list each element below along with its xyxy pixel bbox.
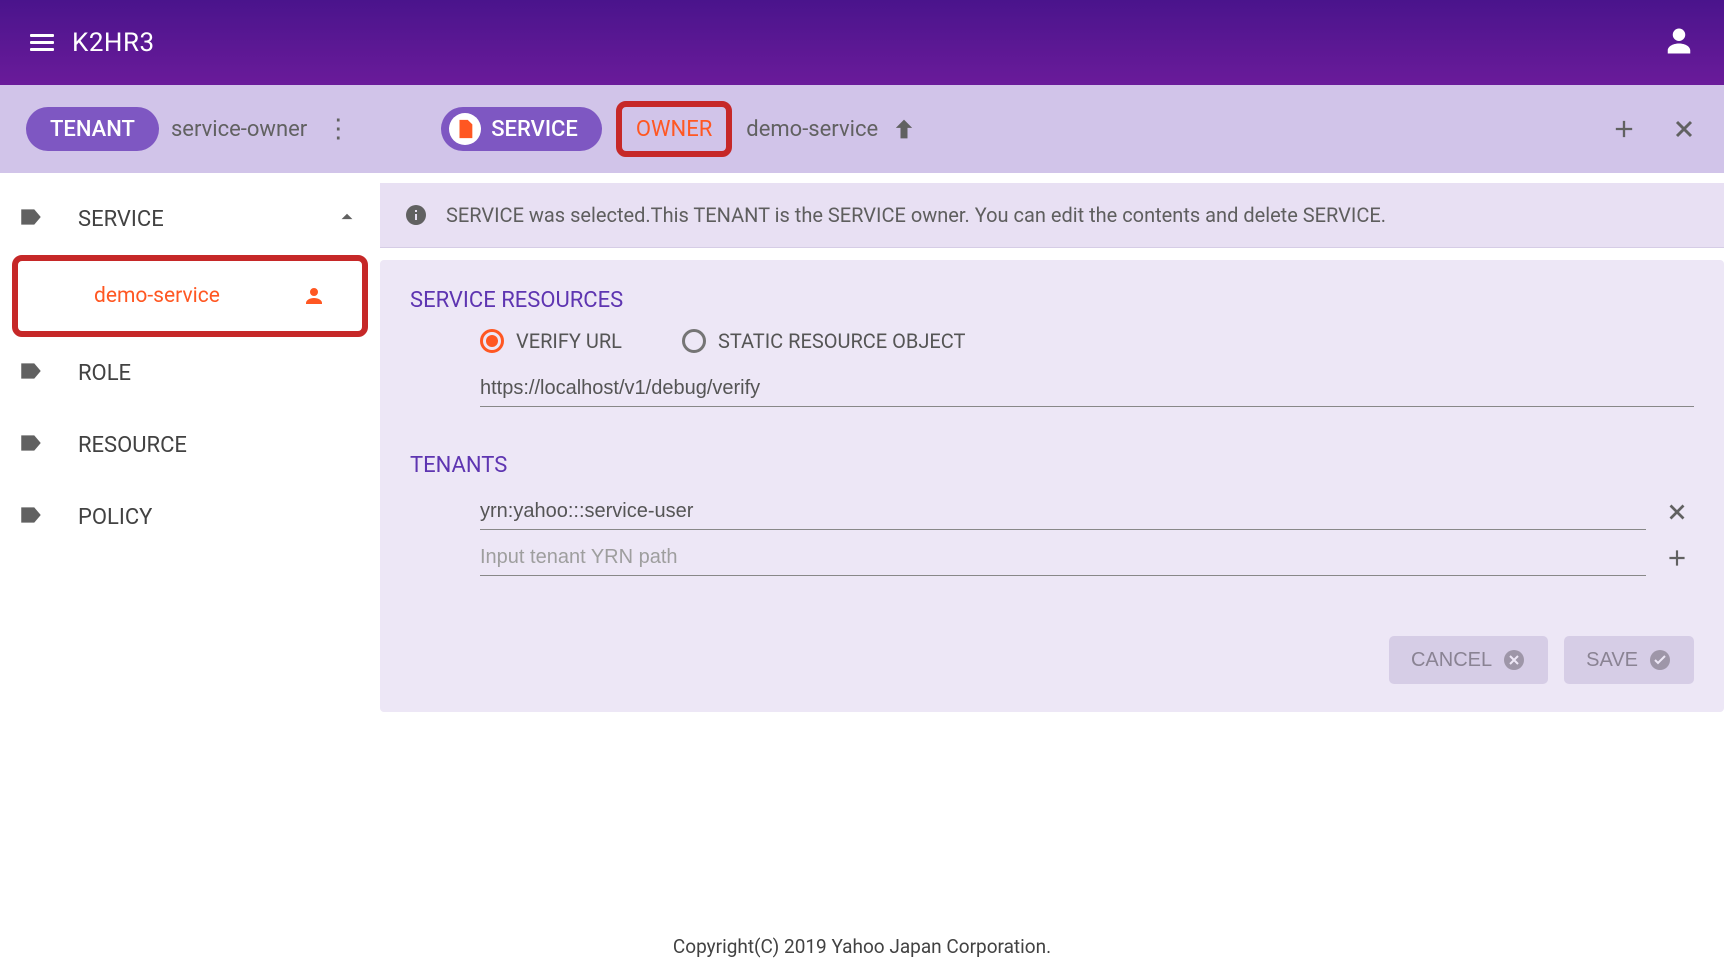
save-button[interactable]: SAVE (1564, 636, 1694, 684)
tag-icon (18, 502, 44, 532)
sidebar-sub-label: demo-service (94, 284, 220, 308)
cancel-icon (1502, 648, 1526, 672)
radio-static-resource[interactable]: STATIC RESOURCE OBJECT (682, 329, 965, 353)
add-tenant-button[interactable] (1660, 541, 1694, 575)
service-chip-label: SERVICE (491, 117, 578, 142)
tenant-input-1[interactable] (480, 494, 1646, 530)
tenant-input-new[interactable] (480, 540, 1646, 576)
tenants-title: TENANTS (410, 453, 1694, 478)
radio-label: VERIFY URL (516, 329, 622, 353)
tenant-name: service-owner (171, 117, 307, 142)
document-icon (449, 113, 481, 145)
panel: SERVICE RESOURCES VERIFY URL STATIC RESO… (380, 260, 1724, 712)
sidebar-item-label: SERVICE (78, 207, 300, 232)
info-icon (404, 203, 428, 227)
radio-icon (480, 329, 504, 353)
check-circle-icon (1648, 648, 1672, 672)
menu-icon[interactable] (30, 34, 54, 51)
cancel-label: CANCEL (1411, 649, 1492, 672)
tag-icon (18, 430, 44, 460)
main-content: SERVICE was selected.This TENANT is the … (380, 173, 1724, 905)
save-label: SAVE (1586, 649, 1638, 672)
app-header: K2HR3 (0, 0, 1724, 85)
sidebar-item-policy[interactable]: POLICY (0, 481, 380, 553)
tag-icon (18, 204, 44, 234)
sidebar-item-role[interactable]: ROLE (0, 337, 380, 409)
service-chip[interactable]: SERVICE (441, 107, 602, 151)
remove-tenant-button[interactable] (1660, 495, 1694, 529)
footer-text: Copyright(C) 2019 Yahoo Japan Corporatio… (0, 905, 1724, 980)
sidebar-item-label: POLICY (78, 505, 360, 530)
sidebar-sub-demo-service[interactable]: demo-service (18, 261, 362, 331)
sidebar-sub-highlight: demo-service (12, 255, 368, 337)
add-icon[interactable] (1610, 115, 1638, 143)
app-title: K2HR3 (72, 28, 155, 58)
chevron-up-icon (334, 204, 360, 234)
person-icon (302, 284, 326, 308)
cancel-button[interactable]: CANCEL (1389, 636, 1548, 684)
radio-label: STATIC RESOURCE OBJECT (718, 329, 965, 353)
service-resources-title: SERVICE RESOURCES (410, 288, 1694, 313)
radio-icon (682, 329, 706, 353)
tenant-chip-label: TENANT (50, 117, 135, 142)
service-name: demo-service (746, 117, 878, 142)
sidebar: SERVICE demo-service ROLE RESOURCE (0, 173, 380, 905)
close-icon[interactable] (1670, 115, 1698, 143)
owner-highlight: OWNER (616, 101, 732, 157)
sidebar-item-label: RESOURCE (78, 433, 360, 458)
info-text: SERVICE was selected.This TENANT is the … (446, 203, 1386, 227)
radio-verify-url[interactable]: VERIFY URL (480, 329, 622, 353)
sidebar-item-resource[interactable]: RESOURCE (0, 409, 380, 481)
owner-label: OWNER (636, 117, 712, 142)
verify-url-input[interactable] (480, 371, 1694, 407)
breadcrumb: TENANT service-owner ⋮ SERVICE OWNER dem… (0, 85, 1724, 173)
info-banner: SERVICE was selected.This TENANT is the … (380, 183, 1724, 248)
account-icon[interactable] (1664, 26, 1694, 60)
sidebar-item-service[interactable]: SERVICE (0, 183, 380, 255)
tag-icon (18, 358, 44, 388)
arrow-up-icon[interactable] (890, 115, 918, 143)
tenant-chip[interactable]: TENANT (26, 107, 159, 151)
sidebar-item-label: ROLE (78, 361, 360, 386)
more-icon[interactable]: ⋮ (319, 114, 357, 144)
